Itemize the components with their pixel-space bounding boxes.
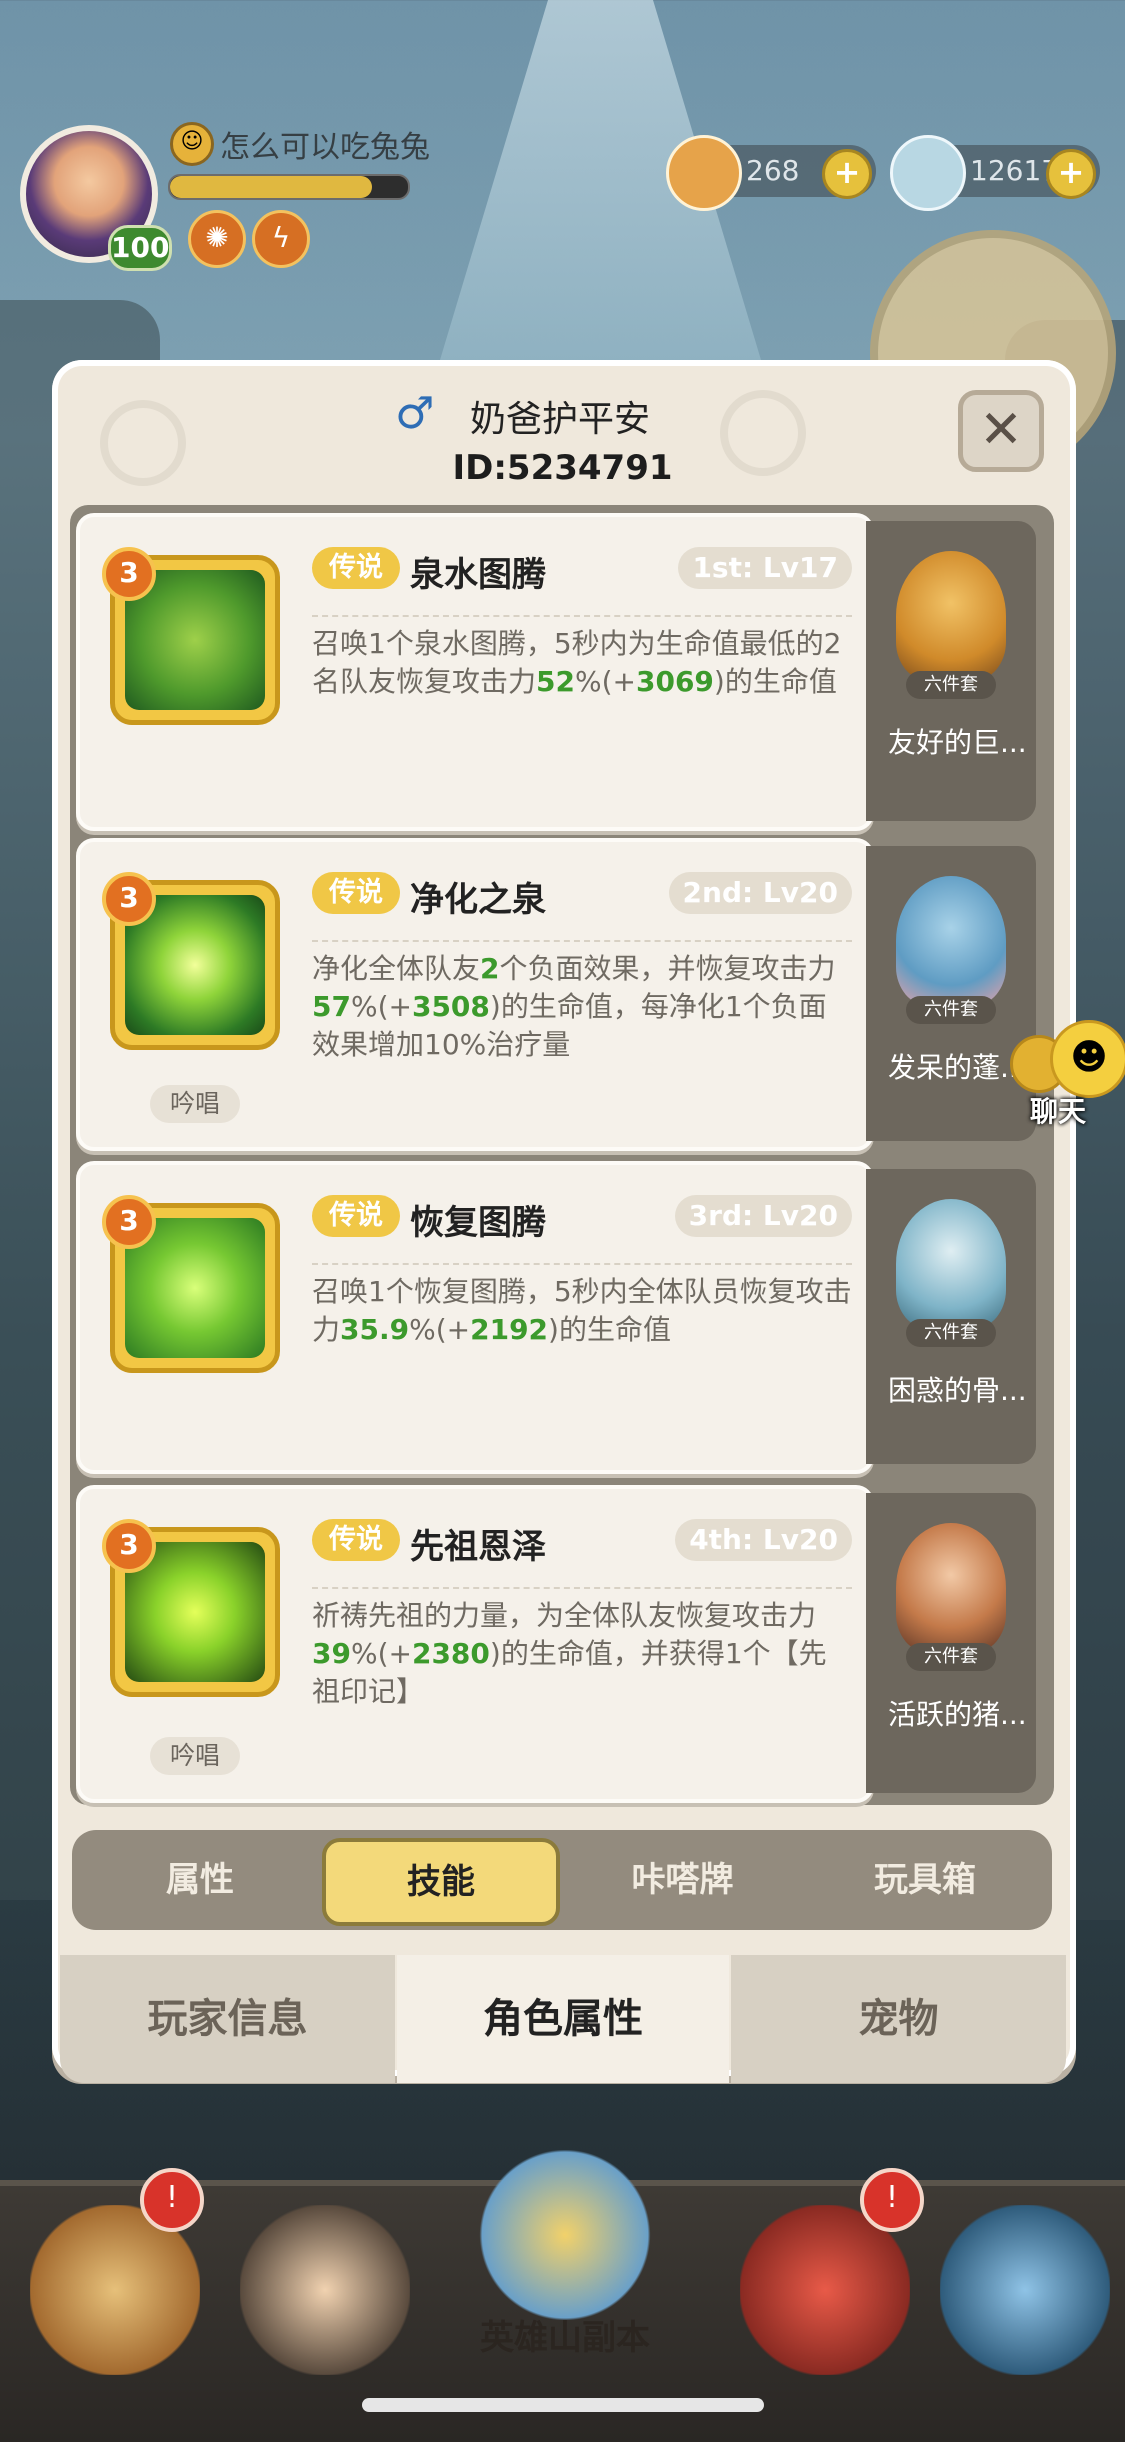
- exp-bar-fill: [170, 176, 373, 198]
- skill-description: 召唤1个泉水图腾，5秒内为生命值最低的2名队友恢复攻击力52%(+3069)的生…: [312, 615, 852, 701]
- emoji-face-icon: ☺: [170, 122, 214, 166]
- skill-rank-badge: 3: [102, 1519, 156, 1573]
- profile-tabs: 玩家信息 角色属性 宠物: [60, 1955, 1066, 2083]
- nav-hero-mountain-icon[interactable]: [470, 2150, 660, 2320]
- skill-name: 先祖恩泽: [410, 1527, 546, 1567]
- skill-name: 净化之泉: [410, 880, 546, 920]
- outfit-name: 活跃的猪...: [888, 1698, 1027, 1731]
- skill-name: 恢复图腾: [410, 1203, 546, 1243]
- outfit-figure-icon: [896, 876, 1006, 1006]
- chat-button[interactable]: ☻ 聊天: [1010, 1010, 1125, 1128]
- add-pearl-button[interactable]: +: [1046, 149, 1096, 199]
- outfit-slot[interactable]: 六件套 困惑的骨...: [866, 1169, 1036, 1464]
- tab-skills[interactable]: 技能: [322, 1838, 560, 1926]
- skill-rank-badge: 3: [102, 547, 156, 601]
- notification-bell-icon: !: [140, 2168, 204, 2232]
- nav-hero-icon[interactable]: [240, 2205, 410, 2375]
- skill-description: 净化全体队友2个负面效果，并恢复攻击力57%(+3508)的生命值，每净化1个负…: [312, 940, 852, 1064]
- profile-name: 奶爸护平安: [470, 399, 651, 440]
- buff-icon[interactable]: ✺: [188, 210, 246, 268]
- skill-card[interactable]: 3 传说 净化之泉 2nd: Lv20 净化全体队友2个负面效果，并恢复攻击力5…: [76, 838, 874, 1151]
- exp-bar: [168, 174, 410, 200]
- outfit-set-badge: 六件套: [906, 996, 996, 1024]
- currency-pearl: 126175 +: [890, 135, 1100, 211]
- outfit-set-badge: 六件套: [906, 671, 996, 699]
- skill-card[interactable]: 3 传说 恢复图腾 3rd: Lv20 召唤1个恢复图腾，5秒内全体队员恢复攻击…: [76, 1161, 874, 1474]
- tab-pets[interactable]: 宠物: [731, 1955, 1066, 2083]
- outfit-figure-icon: [896, 1199, 1006, 1329]
- skill-name: 泉水图腾: [410, 555, 546, 595]
- rarity-tag: 传说: [312, 1519, 400, 1561]
- player-name: 怎么可以吃兔兔: [220, 130, 430, 165]
- skill-rank-badge: 3: [102, 872, 156, 926]
- chat-label: 聊天: [1030, 1095, 1087, 1128]
- tab-cards[interactable]: 咔嗒牌: [565, 1830, 800, 1930]
- nav-hero-mountain-label: 英雄山副本: [480, 2318, 650, 2358]
- currency-coin: 268 +: [666, 135, 876, 211]
- rarity-tag: 传说: [312, 547, 400, 589]
- profile-id: ID:5234791: [452, 448, 673, 488]
- chant-tag: 吟唱: [150, 1085, 240, 1123]
- outfit-set-badge: 六件套: [906, 1643, 996, 1671]
- male-gender-icon: ♂: [395, 388, 435, 439]
- outfit-name: 困惑的骨...: [888, 1374, 1027, 1407]
- chant-tag: 吟唱: [150, 1737, 240, 1775]
- background-mountain: [422, 0, 779, 420]
- skill-card[interactable]: 3 传说 先祖恩泽 4th: Lv20 祈祷先祖的力量，为全体队友恢复攻击力39…: [76, 1485, 874, 1803]
- tab-player-info[interactable]: 玩家信息: [60, 1955, 395, 2083]
- skill-level: 2nd: Lv20: [668, 872, 852, 914]
- home-indicator[interactable]: [362, 2398, 764, 2412]
- shell-coin-icon: [666, 135, 742, 211]
- skill-rank-badge: 3: [102, 1195, 156, 1249]
- skill-card[interactable]: 3 传说 泉水图腾 1st: Lv17 召唤1个泉水图腾，5秒内为生命值最低的2…: [76, 513, 874, 831]
- outfit-slot[interactable]: 六件套 友好的巨...: [866, 521, 1036, 821]
- rarity-tag: 传说: [312, 872, 400, 914]
- outfit-name: 发呆的蓬...: [888, 1051, 1027, 1084]
- skill-level: 3rd: Lv20: [674, 1195, 852, 1237]
- add-coin-button[interactable]: +: [822, 149, 872, 199]
- pearl-icon: [890, 135, 966, 211]
- outfit-name: 友好的巨...: [888, 726, 1027, 759]
- skill-level: 4th: Lv20: [675, 1519, 852, 1561]
- player-level-badge: 100: [108, 225, 172, 271]
- rarity-tag: 传说: [312, 1195, 400, 1237]
- smiley-icon: ☻: [1050, 1020, 1125, 1098]
- outfit-figure-icon: [896, 551, 1006, 681]
- skill-description: 召唤1个恢复图腾，5秒内全体队员恢复攻击力35.9%(+2192)的生命值: [312, 1263, 852, 1349]
- skill-level: 1st: Lv17: [678, 547, 852, 589]
- close-button[interactable]: ✕: [958, 390, 1044, 472]
- tab-character-attributes[interactable]: 角色属性: [397, 1955, 729, 2083]
- outfit-slot[interactable]: 六件套 活跃的猪...: [866, 1493, 1036, 1793]
- outfit-figure-icon: [896, 1523, 1006, 1653]
- tab-toybox[interactable]: 玩具箱: [805, 1830, 1045, 1930]
- notification-bell-icon: !: [860, 2168, 924, 2232]
- stamina-icon[interactable]: ϟ: [252, 210, 310, 268]
- outfit-set-badge: 六件套: [906, 1319, 996, 1347]
- skill-description: 祈祷先祖的力量，为全体队友恢复攻击力39%(+2380)的生命值，并获得1个【先…: [312, 1587, 852, 1711]
- nav-portal-icon[interactable]: [940, 2205, 1110, 2375]
- currency-coin-value: 268: [746, 154, 800, 187]
- tab-attributes[interactable]: 属性: [80, 1830, 320, 1930]
